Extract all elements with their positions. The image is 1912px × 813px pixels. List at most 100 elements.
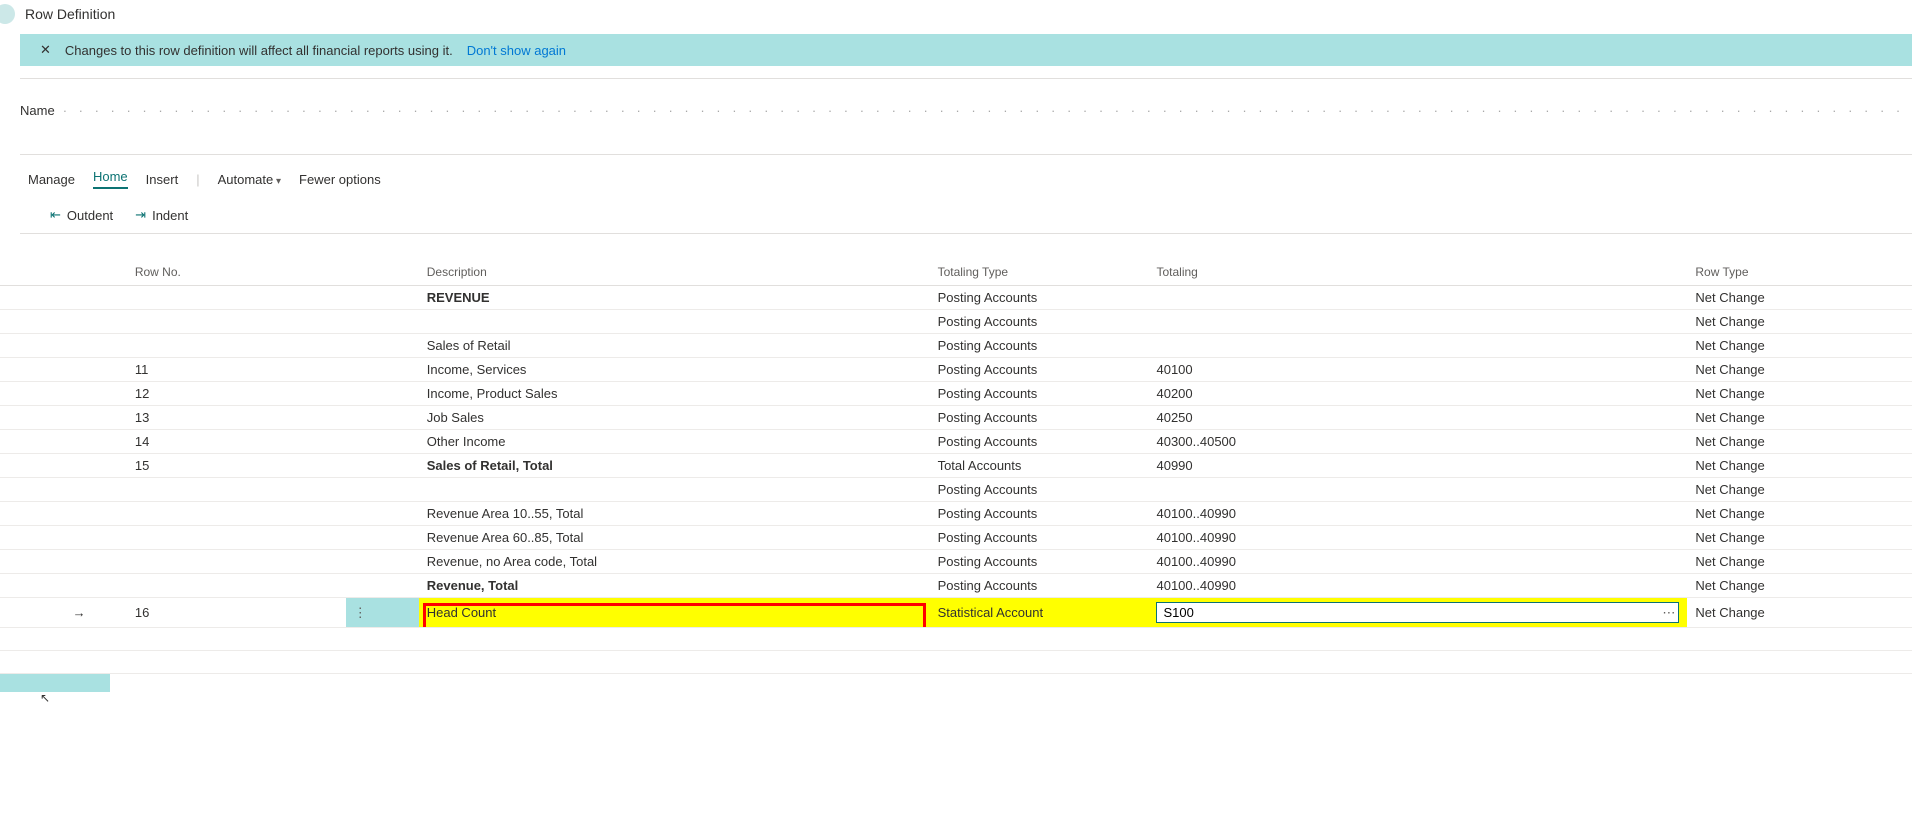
- row-selector[interactable]: [0, 382, 31, 406]
- lookup-icon[interactable]: ⋯: [1662, 605, 1675, 621]
- table-row[interactable]: Revenue, TotalPosting Accounts40100..409…: [0, 574, 1912, 598]
- cell-rowno[interactable]: 13: [127, 406, 346, 430]
- empty-cell[interactable]: [1148, 651, 1687, 674]
- cell-totaling[interactable]: 40990: [1148, 454, 1687, 478]
- cell-totaling-type[interactable]: Posting Accounts: [930, 334, 1149, 358]
- cell-description[interactable]: Revenue, no Area code, Total: [419, 550, 930, 574]
- cell-description[interactable]: Revenue Area 60..85, Total: [419, 526, 930, 550]
- row-selector[interactable]: [0, 598, 31, 628]
- outdent-button[interactable]: ⇤ Outdent: [50, 207, 113, 223]
- empty-cell[interactable]: [419, 651, 930, 674]
- cell-totaling[interactable]: 40100..40990: [1148, 550, 1687, 574]
- table-row[interactable]: Posting Accounts Net Change: [0, 478, 1912, 502]
- col-description[interactable]: Description: [419, 259, 930, 286]
- row-menu[interactable]: [346, 478, 419, 502]
- row-menu[interactable]: [346, 334, 419, 358]
- cell-description[interactable]: Other Income: [419, 430, 930, 454]
- cell-row-type[interactable]: Net Change: [1687, 358, 1912, 382]
- cell-row-type[interactable]: Net Change: [1687, 502, 1912, 526]
- cell-description[interactable]: Head Count: [419, 598, 930, 628]
- cell-totaling-type[interactable]: Posting Accounts: [930, 574, 1149, 598]
- table-row[interactable]: Sales of RetailPosting Accounts Net Chang…: [0, 334, 1912, 358]
- empty-cell[interactable]: [127, 628, 346, 651]
- cell-row-type[interactable]: Net Change: [1687, 430, 1912, 454]
- cell-rowno[interactable]: [127, 526, 346, 550]
- cell-totaling[interactable]: 40100..40990: [1148, 526, 1687, 550]
- cell-totaling-type[interactable]: Posting Accounts: [930, 382, 1149, 406]
- table-row[interactable]: Revenue, no Area code, TotalPosting Acco…: [0, 550, 1912, 574]
- cell-rowno[interactable]: 14: [127, 430, 346, 454]
- cell-rowno[interactable]: 12: [127, 382, 346, 406]
- cell-description[interactable]: Income, Product Sales: [419, 382, 930, 406]
- cell-totaling-type[interactable]: Statistical Account: [930, 598, 1149, 628]
- cell-rowno[interactable]: [127, 334, 346, 358]
- cell-row-type[interactable]: Net Change: [1687, 526, 1912, 550]
- cell-totaling-type[interactable]: Total Accounts: [930, 454, 1149, 478]
- empty-cell[interactable]: [0, 651, 31, 674]
- col-totaling-type[interactable]: Totaling Type: [930, 259, 1149, 286]
- menu-manage[interactable]: Manage: [28, 172, 75, 187]
- cell-totaling[interactable]: ⋯: [1148, 598, 1687, 628]
- cell-row-type[interactable]: Net Change: [1687, 334, 1912, 358]
- cell-description[interactable]: Income, Services: [419, 358, 930, 382]
- empty-cell[interactable]: [127, 651, 346, 674]
- empty-cell[interactable]: [1687, 628, 1912, 651]
- row-selector[interactable]: [0, 430, 31, 454]
- cell-row-type[interactable]: Net Change: [1687, 574, 1912, 598]
- empty-cell[interactable]: [346, 651, 419, 674]
- empty-cell[interactable]: [1687, 651, 1912, 674]
- cell-row-type[interactable]: Net Change: [1687, 454, 1912, 478]
- cell-rowno[interactable]: [127, 502, 346, 526]
- table-row[interactable]: →16⋮Head CountStatistical Account⋯Net Ch…: [0, 598, 1912, 628]
- empty-cell[interactable]: [31, 651, 126, 674]
- indent-button[interactable]: ⇥ Indent: [135, 207, 188, 223]
- row-menu[interactable]: [346, 406, 419, 430]
- cell-rowno[interactable]: 16: [127, 598, 346, 628]
- table-row[interactable]: [0, 651, 1912, 674]
- cell-totaling-type[interactable]: Posting Accounts: [930, 358, 1149, 382]
- cell-totaling-type[interactable]: Posting Accounts: [930, 478, 1149, 502]
- cell-totaling-type[interactable]: Posting Accounts: [930, 502, 1149, 526]
- cell-row-type[interactable]: Net Change: [1687, 550, 1912, 574]
- menu-fewer-options[interactable]: Fewer options: [299, 172, 381, 187]
- row-menu[interactable]: [346, 526, 419, 550]
- cell-rowno[interactable]: 11: [127, 358, 346, 382]
- cell-description[interactable]: Revenue Area 10..55, Total: [419, 502, 930, 526]
- cell-row-type[interactable]: Net Change: [1687, 598, 1912, 628]
- cell-rowno[interactable]: [127, 550, 346, 574]
- cell-row-type[interactable]: Net Change: [1687, 310, 1912, 334]
- row-selector[interactable]: [0, 358, 31, 382]
- row-menu[interactable]: [346, 358, 419, 382]
- cell-rowno[interactable]: [127, 478, 346, 502]
- cell-description[interactable]: Sales of Retail: [419, 334, 930, 358]
- cell-totaling-type[interactable]: Posting Accounts: [930, 550, 1149, 574]
- cell-rowno[interactable]: 15: [127, 454, 346, 478]
- row-definition-grid[interactable]: Row No. Description Totaling Type Totali…: [0, 259, 1912, 674]
- cell-totaling-type[interactable]: Posting Accounts: [930, 310, 1149, 334]
- notification-link[interactable]: Don't show again: [467, 43, 566, 58]
- empty-cell[interactable]: [930, 628, 1149, 651]
- row-menu[interactable]: ⋮: [346, 598, 419, 628]
- menu-automate[interactable]: Automate: [218, 172, 281, 187]
- table-row[interactable]: 12Income, Product SalesPosting Accounts4…: [0, 382, 1912, 406]
- row-selector[interactable]: [0, 310, 31, 334]
- row-menu[interactable]: [346, 502, 419, 526]
- cell-row-type[interactable]: Net Change: [1687, 478, 1912, 502]
- empty-cell[interactable]: [419, 628, 930, 651]
- table-row[interactable]: 14Other IncomePosting Accounts40300..405…: [0, 430, 1912, 454]
- cell-description[interactable]: [419, 310, 930, 334]
- table-row[interactable]: [0, 628, 1912, 651]
- cell-rowno[interactable]: [127, 286, 346, 310]
- row-menu[interactable]: [346, 550, 419, 574]
- menu-insert[interactable]: Insert: [146, 172, 179, 187]
- cell-totaling[interactable]: 40100..40990: [1148, 574, 1687, 598]
- cell-totaling[interactable]: [1148, 310, 1687, 334]
- row-menu[interactable]: [346, 454, 419, 478]
- cell-totaling[interactable]: 40300..40500: [1148, 430, 1687, 454]
- cell-description[interactable]: [419, 478, 930, 502]
- cell-row-type[interactable]: Net Change: [1687, 406, 1912, 430]
- menu-home[interactable]: Home: [93, 169, 128, 189]
- cell-totaling-type[interactable]: Posting Accounts: [930, 406, 1149, 430]
- empty-cell[interactable]: [346, 628, 419, 651]
- row-selector[interactable]: [0, 286, 31, 310]
